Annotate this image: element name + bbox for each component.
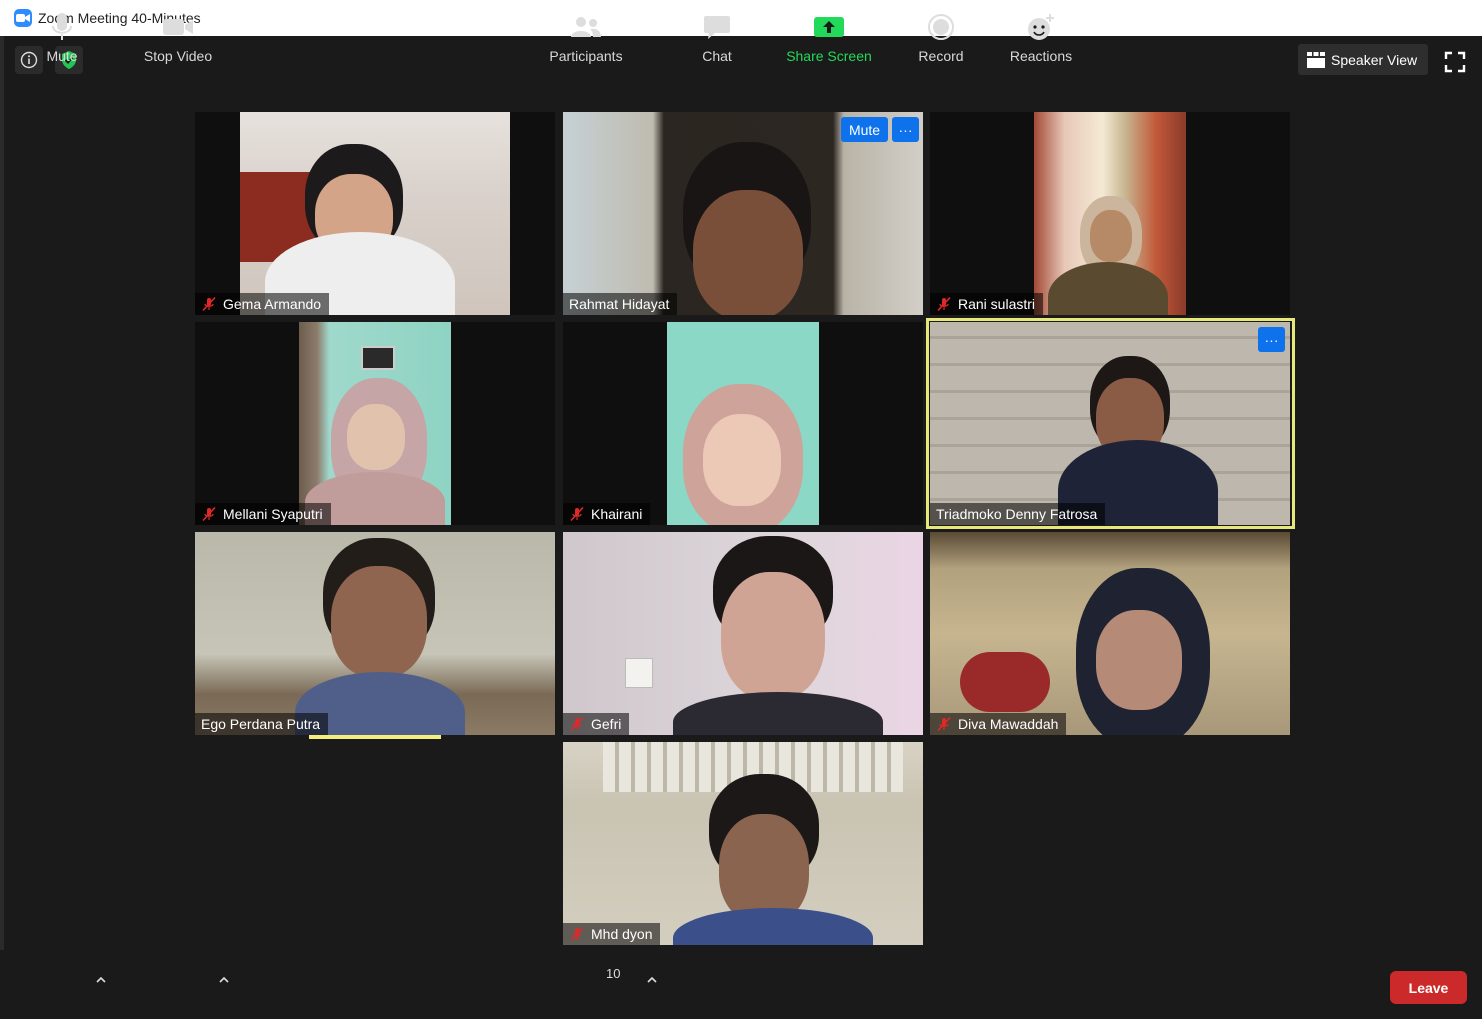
audio-speaking-indicator [309, 735, 441, 739]
participants-icon [569, 10, 603, 44]
participant-name: Rahmat Hidayat [569, 296, 670, 312]
mic-muted-icon [569, 926, 585, 942]
zoom-app-icon [14, 9, 32, 27]
participant-name-tag: Mhd dyon [563, 923, 661, 945]
wall-frame [361, 346, 395, 370]
participant-name-tag: Rahmat Hidayat [563, 293, 678, 315]
record-label: Record [918, 48, 964, 64]
mute-button[interactable]: Mute [40, 10, 84, 64]
window-titlebar: Zoom Meeting 40-Minutes [0, 0, 1482, 36]
video-tile-khairani[interactable]: Khairani [563, 322, 923, 525]
speaker-view-button[interactable]: Speaker View [1298, 44, 1428, 75]
record-icon [927, 10, 955, 44]
share-screen-button[interactable]: Share Screen [783, 10, 875, 64]
gallery-grid-icon [1307, 51, 1325, 68]
reactions-smiley-icon [1026, 10, 1056, 44]
chat-label: Chat [702, 48, 732, 64]
active-speaker-border [926, 318, 1295, 529]
stop-video-label: Stop Video [143, 48, 213, 64]
participant-name-tag: Mellani Syaputri [195, 503, 331, 525]
video-tile-gefri[interactable]: Gefri [563, 532, 923, 735]
share-screen-label: Share Screen [786, 48, 872, 64]
video-tile-diva-mawaddah[interactable]: Diva Mawaddah [930, 532, 1290, 735]
participant-face [1090, 210, 1132, 262]
participant-name: Rani sulastri [958, 296, 1036, 312]
mic-muted-icon [936, 716, 952, 732]
mute-participant-button[interactable]: Mute [841, 117, 888, 142]
leave-meeting-button[interactable]: Leave [1390, 971, 1467, 1004]
participant-name-tag: Gefri [563, 713, 630, 735]
participant-name: Mellani Syaputri [223, 506, 323, 522]
mic-muted-icon [569, 506, 585, 522]
wall-switch [625, 658, 653, 688]
background-cushion [960, 652, 1050, 712]
more-options-button[interactable]: ··· [892, 117, 919, 142]
record-button[interactable]: Record [913, 10, 969, 64]
video-tile-mellani-syaputri[interactable]: Mellani Syaputri [195, 322, 555, 525]
participant-name: Mhd dyon [591, 926, 653, 942]
meeting-toolbar [0, 950, 1482, 1019]
video-camera-icon [162, 10, 194, 44]
participant-name-tag: Khairani [563, 503, 651, 525]
mic-muted-icon [569, 716, 585, 732]
participants-label: Participants [549, 48, 623, 64]
video-tile-mhd-dyon[interactable]: Mhd dyon [563, 742, 923, 945]
participant-face [1096, 610, 1182, 710]
participant-name: Ego Perdana Putra [201, 716, 321, 732]
chat-button[interactable]: Chat [697, 10, 737, 64]
mic-muted-icon [201, 296, 217, 312]
video-tile-rahmat-hidayat[interactable]: Mute ··· Rahmat Hidayat [563, 112, 923, 315]
reactions-label: Reactions [1009, 48, 1073, 64]
video-tile-gema-armando[interactable]: Gema Armando [195, 112, 555, 315]
participants-options-chevron-up-icon[interactable] [646, 970, 658, 983]
participant-face [347, 404, 405, 470]
participant-face [693, 190, 803, 315]
mic-muted-icon [201, 506, 217, 522]
participant-name: Gefri [591, 716, 622, 732]
participant-face [703, 414, 781, 506]
video-options-chevron-up-icon[interactable] [218, 970, 230, 983]
share-screen-icon [813, 10, 845, 44]
participant-name-tag: Gema Armando [195, 293, 330, 315]
audio-options-chevron-up-icon[interactable] [95, 970, 107, 983]
participant-name: Khairani [591, 506, 643, 522]
participant-name-tag: Rani sulastri [930, 293, 1044, 315]
window-edge [0, 36, 4, 1019]
participants-count: 10 [606, 966, 621, 981]
participant-face [331, 566, 427, 678]
mic-muted-icon [936, 296, 952, 312]
speaker-view-label: Speaker View [1331, 51, 1418, 68]
video-tile-ego-perdana-putra[interactable]: Ego Perdana Putra [195, 532, 555, 735]
reactions-button[interactable]: Reactions [1005, 10, 1077, 64]
meeting-info-icon[interactable] [15, 46, 43, 74]
microphone-icon [51, 10, 73, 44]
participants-button[interactable]: Participants [542, 10, 630, 64]
participant-name: Diva Mawaddah [958, 716, 1059, 732]
participant-name: Gema Armando [223, 296, 322, 312]
participant-face [721, 572, 825, 700]
chat-bubble-icon [703, 10, 731, 44]
fullscreen-icon[interactable] [1443, 50, 1467, 74]
mute-label: Mute [46, 48, 78, 64]
video-tile-rani-sulastri[interactable]: Rani sulastri [930, 112, 1290, 315]
participant-name-tag: Ego Perdana Putra [195, 713, 329, 735]
stop-video-button[interactable]: Stop Video [138, 10, 218, 64]
participant-name-tag: Diva Mawaddah [930, 713, 1067, 735]
